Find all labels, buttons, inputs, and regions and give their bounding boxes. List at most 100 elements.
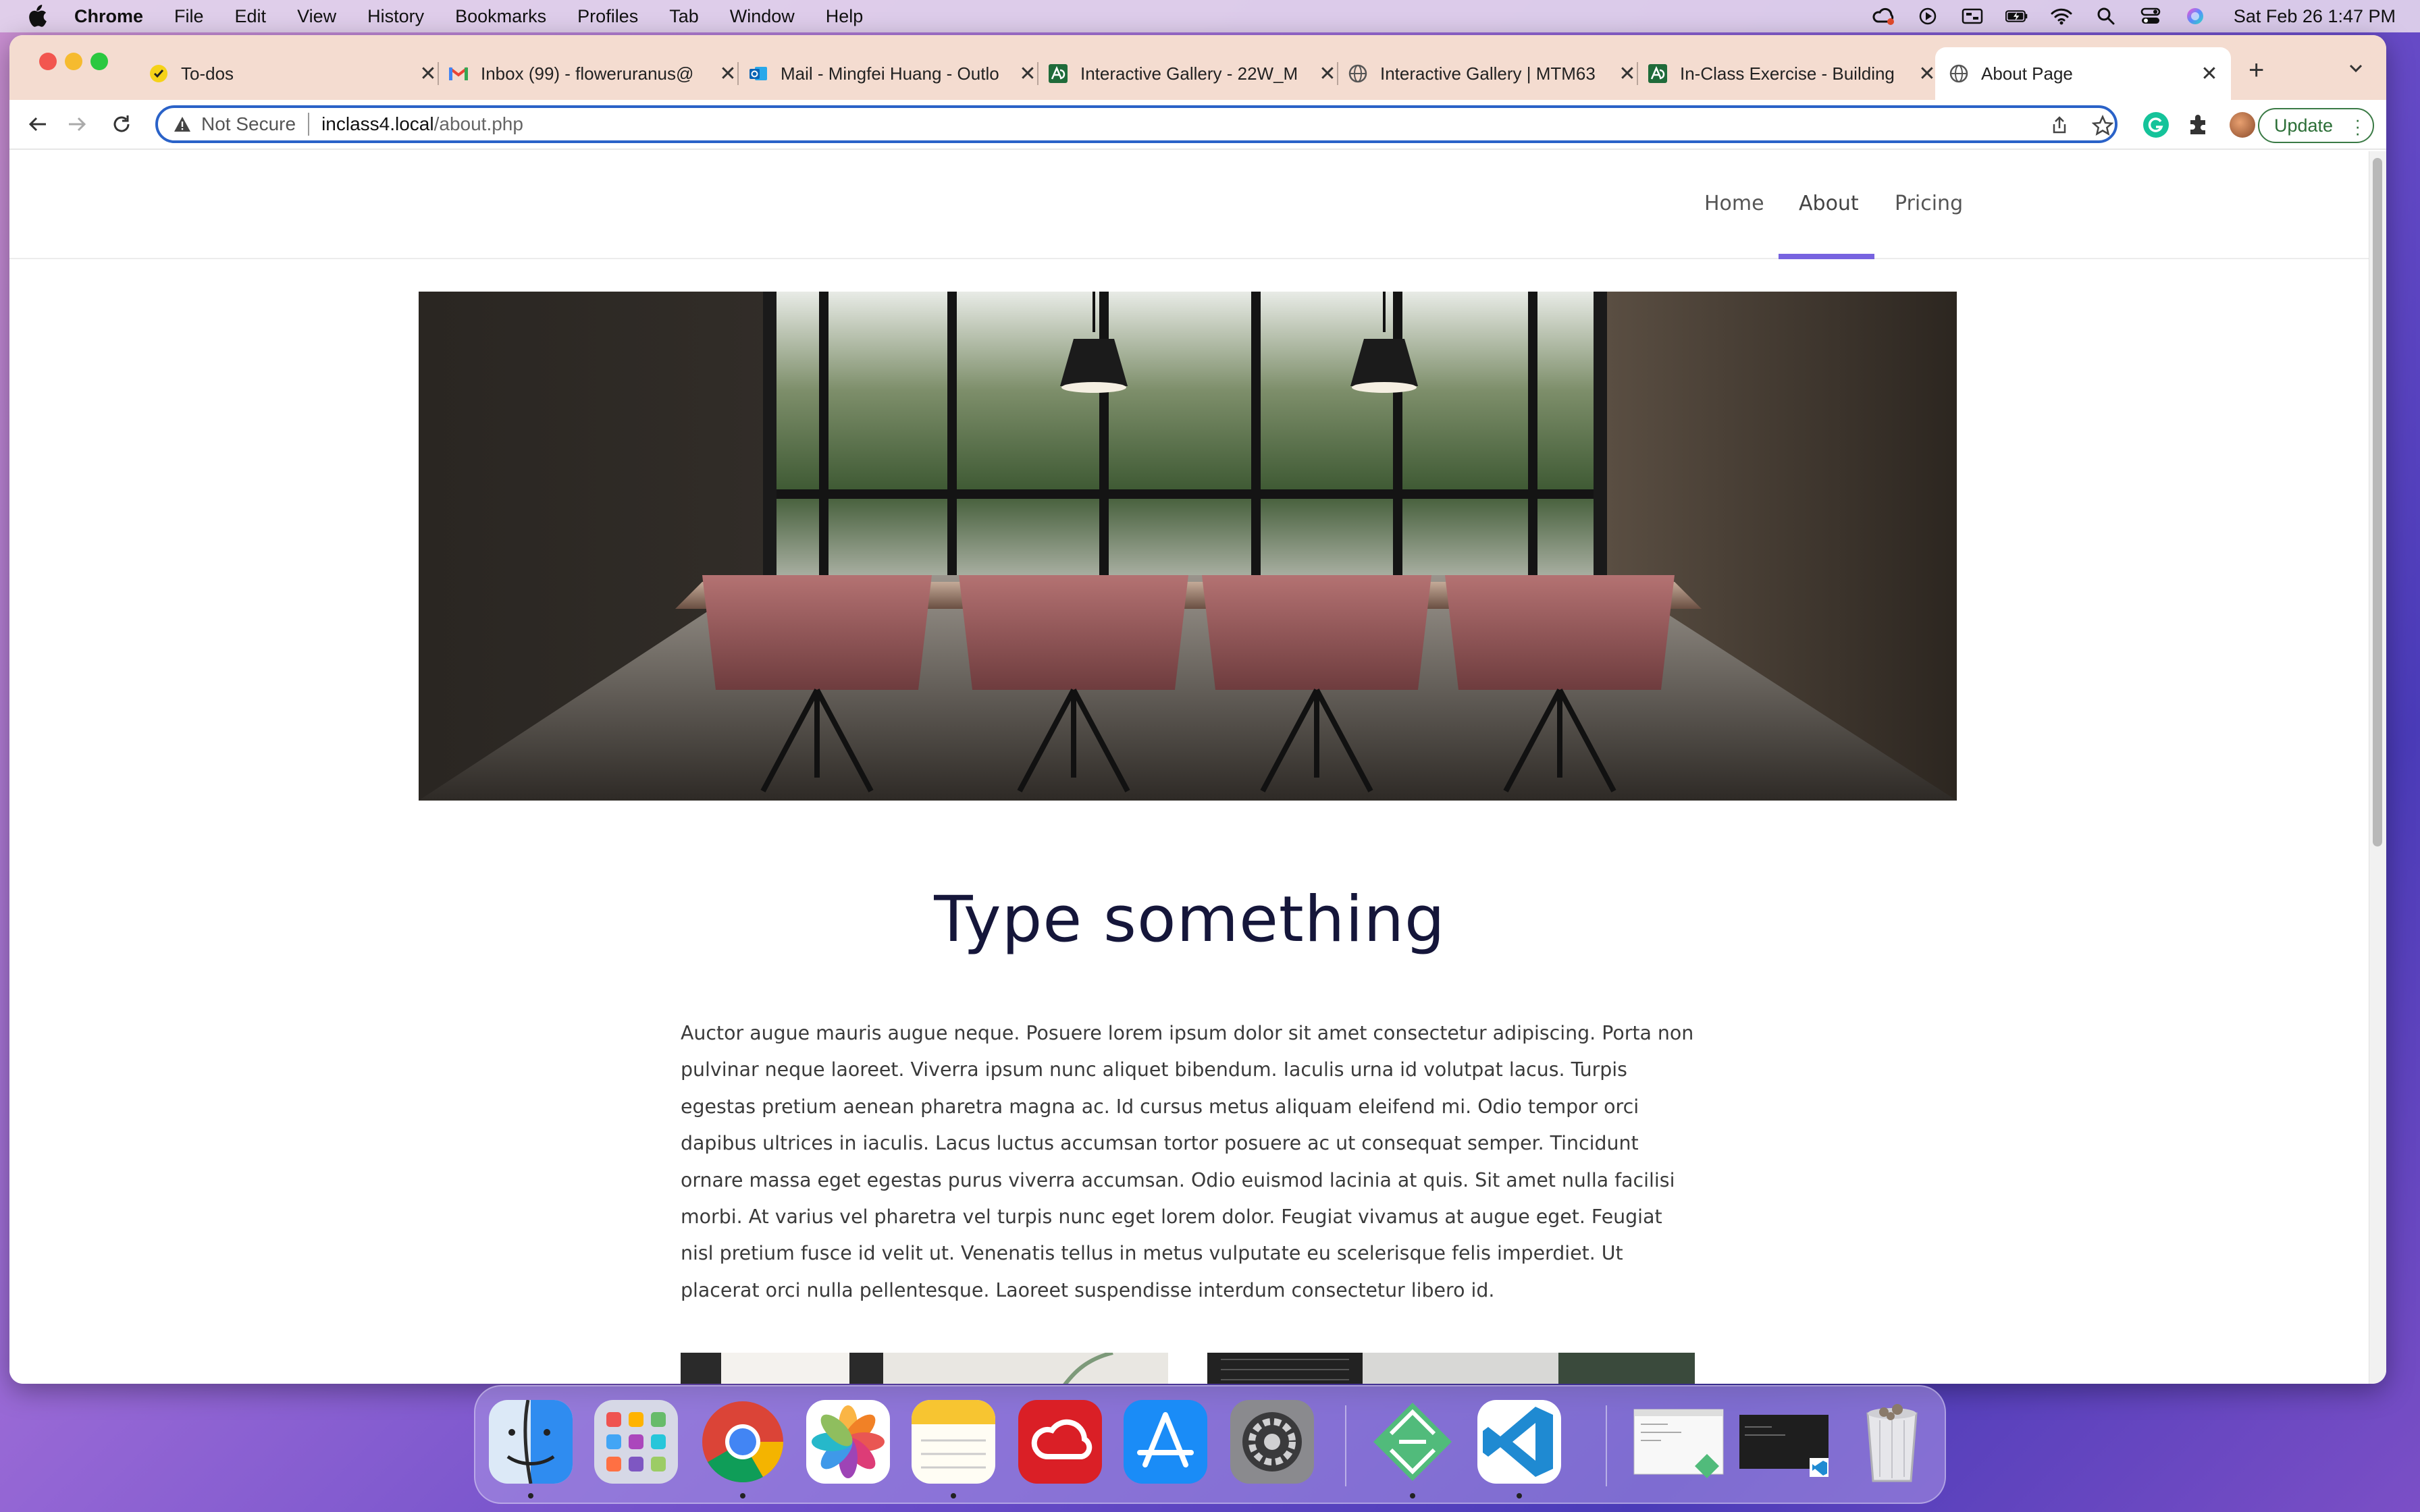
browser-toolbar: Not Secure inclass4.local /about.php Upd… [9,100,2386,150]
arrow-left-icon [28,117,46,132]
back-button[interactable] [24,111,51,138]
menu-help[interactable]: Help [826,6,864,27]
tab-gmail[interactable]: Inbox (99) - floweruranus@ ✕ [448,47,739,100]
tab-separator [737,62,739,85]
body-paragraph: Auctor augue mauris augue neque. Posuere… [681,1022,1694,1301]
update-button[interactable]: Update · · · [2258,108,2374,143]
system-preferences-icon[interactable] [1230,1400,1314,1484]
launchpad-icon[interactable] [594,1400,678,1484]
hero-image [419,292,1957,801]
tab-title: Interactive Gallery | MTM63 [1380,63,1596,84]
star-icon[interactable] [2092,115,2113,136]
tab-title: Inbox (99) - floweruranus@ [481,63,694,84]
more-icon[interactable]: · · · [2355,111,2361,142]
photos-icon[interactable] [806,1400,890,1484]
terminal-preview-icon[interactable] [1737,1400,1831,1484]
menu-bar: Chrome File Edit View History Bookmarks … [0,0,2420,32]
display-icon[interactable] [1961,7,1984,26]
notes-icon[interactable] [912,1400,995,1484]
nav-about[interactable]: About [1799,192,1859,215]
menu-clock[interactable]: Sat Feb 26 1:47 PM [2234,6,2396,27]
app-store-icon[interactable] [1124,1400,1207,1484]
play-icon[interactable] [1916,7,1939,26]
security-label[interactable]: Not Secure [201,113,296,135]
person-image [681,1353,1168,1384]
browser-window: To-dos ✕ Inbox (99) - floweruranus@ ✕ Ma… [9,35,2386,1384]
active-nav-indicator [1779,254,1874,259]
tab-inclass-exercise[interactable]: In-Class Exercise - Building ✕ [1648,47,1937,100]
new-tab-button[interactable]: + [2248,55,2264,86]
reload-icon [113,115,130,132]
control-center-icon[interactable] [2139,7,2162,26]
search-icon[interactable] [2095,7,2118,26]
nav-pricing[interactable]: Pricing [1895,192,1963,215]
menu-profiles[interactable]: Profiles [577,6,638,27]
close-icon[interactable]: ✕ [419,62,438,86]
menu-edit[interactable]: Edit [235,6,267,27]
apple-icon[interactable] [27,5,47,28]
update-label: Update [2274,115,2334,136]
menu-view[interactable]: View [297,6,336,27]
gmail-icon [448,63,469,84]
tab-about-page[interactable]: About Page ✕ [1935,47,2231,100]
creative-cloud-icon[interactable] [1018,1400,1102,1484]
tab-course-gallery[interactable]: Interactive Gallery - 22W_M ✕ [1048,47,1338,100]
menu-file[interactable]: File [174,6,204,27]
tab-title: About Page [1981,63,2073,84]
nav-home[interactable]: Home [1704,192,1764,215]
dock [474,1385,1946,1504]
tab-separator [1337,62,1338,85]
warning-icon[interactable] [173,115,192,134]
close-icon[interactable]: ✕ [1018,62,1037,86]
arrow-right-icon [69,117,86,132]
scrollbar-thumb[interactable] [2373,158,2382,846]
finder-icon[interactable] [489,1400,573,1484]
close-icon[interactable]: ✕ [2200,62,2219,86]
divider [308,113,310,136]
close-icon[interactable]: ✕ [1318,62,1337,86]
close-icon[interactable]: ✕ [1618,62,1637,86]
forward-button[interactable] [63,111,90,138]
page-title: Type something [934,883,1446,956]
vscode-icon[interactable] [1477,1400,1561,1484]
reload-button[interactable] [108,111,135,138]
site-navbar: Home About Pricing [9,151,2369,259]
globe-icon [1348,63,1368,84]
menu-app-name[interactable]: Chrome [74,6,143,27]
course-icon [1048,63,1068,84]
window-preview-icon[interactable] [1631,1400,1726,1484]
tab-gallery-site[interactable]: Interactive Gallery | MTM63 ✕ [1348,47,1638,100]
minimize-window-button[interactable] [65,53,82,70]
extensions-icon[interactable] [2186,112,2212,138]
share-icon[interactable] [2049,115,2070,136]
trash-icon[interactable] [1850,1400,1934,1484]
wifi-icon[interactable] [2050,7,2073,26]
creative-cloud-status-icon[interactable] [1872,7,1895,26]
chrome-icon[interactable] [701,1400,785,1484]
menu-bookmarks[interactable]: Bookmarks [455,6,546,27]
siri-icon[interactable] [2184,7,2207,26]
menu-history[interactable]: History [367,6,424,27]
running-indicator [740,1493,745,1498]
tab-todos[interactable]: To-dos ✕ [149,47,439,100]
close-icon[interactable]: ✕ [718,62,737,86]
close-window-button[interactable] [39,53,57,70]
local-icon[interactable] [1371,1400,1454,1484]
zoom-window-button[interactable] [90,53,108,70]
running-indicator [1517,1493,1522,1498]
tab-title: To-dos [181,63,234,84]
menu-tab[interactable]: Tab [669,6,699,27]
close-icon[interactable]: ✕ [1918,62,1937,86]
tab-separator [438,62,439,85]
status-area: Sat Feb 26 1:47 PM [1850,0,2396,32]
tab-separator [1037,62,1038,85]
tab-outlook[interactable]: Mail - Mingfei Huang - Outlo ✕ [748,47,1038,100]
battery-icon[interactable] [2005,7,2028,26]
running-indicator [1410,1493,1415,1498]
menu-window[interactable]: Window [730,6,795,27]
address-bar[interactable]: Not Secure inclass4.local /about.php [155,105,2118,143]
chevron-down-icon[interactable] [2346,58,2366,78]
running-indicator [951,1493,956,1498]
avatar[interactable] [2230,112,2255,138]
grammarly-icon[interactable] [2143,112,2169,138]
